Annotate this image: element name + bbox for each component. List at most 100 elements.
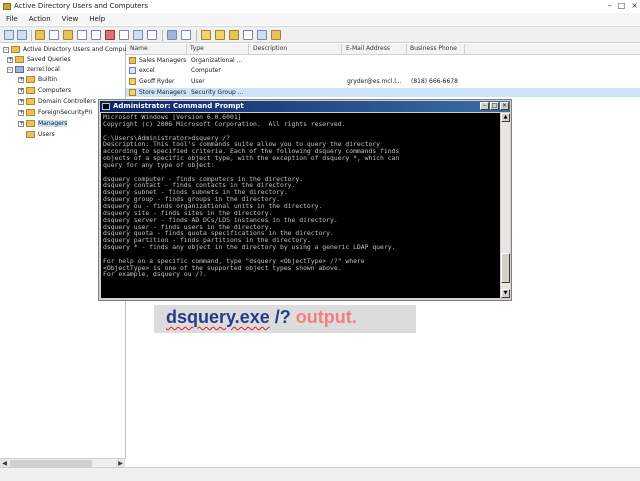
folder-icon (26, 109, 35, 116)
column-name[interactable]: Name (130, 45, 148, 52)
tree-item-users[interactable]: Users (26, 130, 55, 139)
list-item[interactable]: Store Managers Security Group ... (126, 88, 640, 97)
window-title: Active Directory Users and Computers (14, 2, 149, 10)
new-user-icon[interactable] (201, 30, 211, 40)
new-group-icon[interactable] (215, 30, 225, 40)
cut-icon[interactable] (77, 30, 87, 40)
window-controls: – □ × (608, 1, 638, 11)
refresh-icon[interactable] (133, 30, 143, 40)
find-icon[interactable] (257, 30, 267, 40)
list-header: Name Type Description E-Mail Address Bus… (126, 44, 640, 55)
list-item[interactable]: excel Computer (126, 66, 640, 75)
folder-icon (15, 56, 24, 63)
up-folder-icon[interactable] (35, 30, 45, 40)
menu-view[interactable]: View (62, 15, 79, 23)
toolbar (0, 26, 640, 43)
tree-item-domain[interactable]: – zerrel.local (7, 65, 60, 74)
show-tree-icon[interactable] (49, 30, 59, 40)
menu-bar: File Action View Help (0, 13, 640, 25)
user-icon (129, 78, 136, 85)
column-divider[interactable] (464, 44, 465, 54)
folder-icon[interactable] (63, 30, 73, 40)
collapse-icon[interactable]: – (7, 66, 13, 73)
expand-icon[interactable]: + (18, 109, 24, 116)
ou-folder-icon (26, 120, 35, 127)
ou-icon (129, 57, 136, 64)
help-icon[interactable] (167, 30, 177, 40)
delete-icon[interactable] (105, 30, 115, 40)
view-icon[interactable] (181, 30, 191, 40)
scrollbar-thumb[interactable] (10, 460, 92, 467)
aduc-icon (11, 46, 20, 53)
folder-icon (26, 76, 35, 83)
list-item[interactable]: Geoff Ryder User gryder@es.mcl.l... (818… (126, 77, 640, 86)
column-divider[interactable] (341, 44, 342, 54)
cmd-close-button[interactable]: × (500, 102, 509, 110)
menu-file[interactable]: File (6, 15, 18, 23)
column-type[interactable]: Type (190, 45, 204, 52)
expand-icon[interactable]: + (18, 76, 24, 83)
copy-icon[interactable] (91, 30, 101, 40)
cmd-minimize-button[interactable]: – (480, 102, 489, 110)
expand-icon[interactable]: + (18, 87, 24, 94)
expand-icon[interactable]: + (7, 56, 13, 63)
domain-icon (15, 66, 24, 73)
menu-action[interactable]: Action (29, 15, 51, 23)
command-prompt-window[interactable]: Administrator: Command Prompt – □ × Micr… (98, 99, 512, 301)
app-window: Active Directory Users and Computers – □… (0, 0, 640, 481)
forward-icon[interactable] (17, 30, 27, 40)
cmd-output[interactable]: Microsoft Windows [Version 6.0.6001] Cop… (101, 113, 500, 298)
collapse-icon[interactable]: – (3, 46, 9, 53)
aduc-app-icon (3, 3, 11, 10)
expand-icon[interactable]: + (18, 98, 24, 105)
tree-item-foreign-security[interactable]: + ForeignSecurityPri (18, 108, 93, 117)
list-item[interactable]: Sales Managers Organizational ... (126, 56, 640, 65)
tree-item-root[interactable]: – Active Directory Users and Comput (3, 45, 129, 54)
cmd-vertical-scrollbar[interactable]: ▲ ▼ (501, 113, 510, 298)
properties-icon[interactable] (119, 30, 129, 40)
folder-icon (26, 87, 35, 94)
status-bar (0, 467, 640, 481)
cmd-output-text: Microsoft Windows [Version 6.0.6001] Cop… (103, 113, 400, 279)
caption-output: output. (290, 307, 357, 327)
column-divider[interactable] (186, 44, 187, 54)
tree-item-domain-controllers[interactable]: + Domain Controllers (18, 97, 96, 106)
computer-icon (129, 67, 136, 74)
tree-item-managers[interactable]: + Managers (18, 119, 68, 128)
close-button[interactable]: × (631, 1, 638, 11)
window-titlebar[interactable]: Active Directory Users and Computers – □… (0, 0, 640, 14)
tree-item-saved-queries[interactable]: + Saved Queries (7, 55, 71, 64)
cmd-window-controls: – □ × (480, 102, 509, 110)
expand-icon[interactable]: + (18, 120, 24, 127)
back-icon[interactable] (4, 30, 14, 40)
figure-caption: dsquery.exe /? output. (154, 305, 416, 333)
filter-icon[interactable] (243, 30, 253, 40)
caption-command: dsquery.exe (166, 307, 270, 327)
folder-icon (26, 131, 35, 138)
caption-args: /? (269, 307, 291, 327)
column-description[interactable]: Description (253, 45, 287, 52)
tree-item-computers[interactable]: + Computers (18, 86, 71, 95)
cmd-icon (102, 103, 110, 110)
column-email[interactable]: E-Mail Address (346, 45, 390, 52)
toolbar-separator (31, 30, 32, 41)
menu-help[interactable]: Help (89, 15, 105, 23)
minimize-button[interactable]: – (608, 1, 612, 11)
scrollbar-thumb[interactable] (501, 253, 510, 283)
scroll-down-icon[interactable]: ▼ (501, 289, 510, 298)
maximize-button[interactable]: □ (618, 1, 626, 11)
scroll-up-icon[interactable]: ▲ (501, 113, 510, 122)
cmd-maximize-button[interactable]: □ (490, 102, 499, 110)
toolbar-separator (162, 30, 163, 41)
column-divider[interactable] (248, 44, 249, 54)
column-divider[interactable] (406, 44, 407, 54)
add-to-group-icon[interactable] (271, 30, 281, 40)
tree-item-builtin[interactable]: + Builtin (18, 75, 57, 84)
cmd-titlebar[interactable]: Administrator: Command Prompt – □ × (100, 101, 510, 112)
column-business-phone[interactable]: Business Phone (410, 45, 457, 52)
export-list-icon[interactable] (147, 30, 157, 40)
folder-icon (26, 98, 35, 105)
group-icon (129, 89, 136, 96)
new-ou-icon[interactable] (229, 30, 239, 40)
caption-text: dsquery.exe /? output. (166, 307, 357, 328)
